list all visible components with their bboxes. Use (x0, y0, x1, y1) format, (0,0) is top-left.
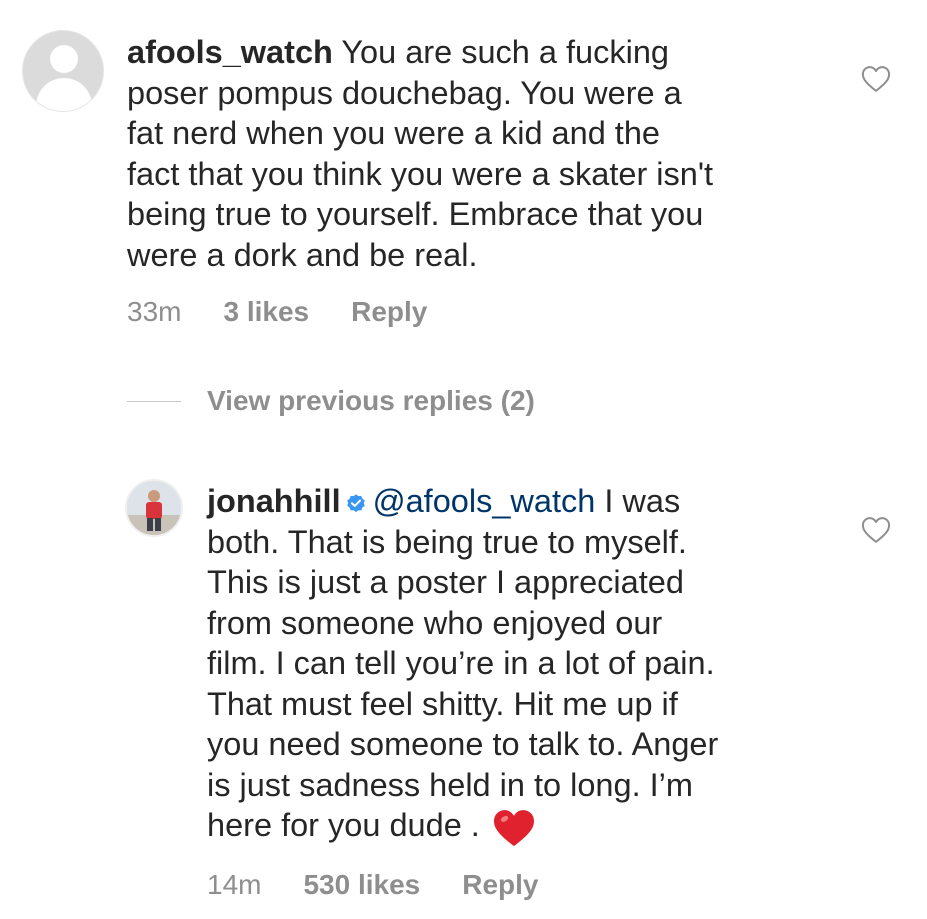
heart-outline-icon[interactable] (861, 516, 891, 544)
comment-text-line: both. That is being true to myself. (207, 523, 687, 560)
comment-text-line: You are such a fucking (341, 34, 669, 70)
avatar-head-shape (50, 45, 78, 73)
user-avatar[interactable] (125, 479, 183, 537)
comment-text-line: fat nerd when you were a kid and the (127, 115, 660, 151)
comment-text-line: from someone who enjoyed our (207, 604, 663, 641)
comment-text: afools_watch You are such a fucking pose… (127, 32, 713, 275)
comment-username[interactable]: afools_watch (127, 34, 333, 70)
comment-text-line: That must feel shitty. Hit me up if (207, 685, 678, 722)
reply-button[interactable]: Reply (462, 869, 538, 901)
comment-timestamp: 33m (127, 296, 182, 327)
comment-likes-count[interactable]: 3 likes (223, 296, 309, 328)
view-previous-replies[interactable]: View previous replies (2) (127, 385, 535, 417)
mention-link[interactable]: @afools_watch (373, 483, 596, 519)
view-previous-replies-label[interactable]: View previous replies (2) (207, 385, 535, 417)
comment-text: jonahhill @afools_watch I was both. That… (207, 481, 718, 848)
comment-meta: 14m 530 likes Reply (207, 869, 539, 901)
comment-text-line: is just sadness held in to long. I’m (207, 766, 693, 803)
verified-badge-icon (346, 494, 365, 512)
avatar-photo-image (127, 481, 181, 535)
comment-username[interactable]: jonahhill (207, 483, 341, 519)
comment-text-line: being true to yourself. Embrace that you (127, 196, 704, 232)
heart-outline-icon[interactable] (861, 65, 891, 93)
comment-text-line: here for you dude . (207, 807, 480, 843)
comment-meta: 33m 3 likes Reply (127, 296, 427, 328)
replies-divider (127, 400, 181, 402)
comment-text-line: were a dork and be real. (127, 236, 478, 273)
avatar-body-shape (36, 78, 92, 111)
comment-text-line: I was (604, 483, 681, 519)
comment-text-line: film. I can tell you’re in a lot of pain… (207, 645, 715, 681)
comment-text-line: poser pompus douchebag. You were a (127, 74, 682, 111)
comment-text-line: fact that you think you were a skater is… (127, 155, 714, 192)
red-heart-emoji-icon (493, 810, 534, 847)
comment-text-line: This is just a poster I appreciated (207, 564, 684, 600)
default-avatar[interactable] (22, 30, 104, 112)
comment-timestamp: 14m (207, 869, 262, 900)
comment-likes-count[interactable]: 530 likes (303, 869, 420, 901)
reply-button[interactable]: Reply (351, 296, 427, 328)
comment-text-line: you need someone to talk to. Anger (207, 726, 719, 762)
